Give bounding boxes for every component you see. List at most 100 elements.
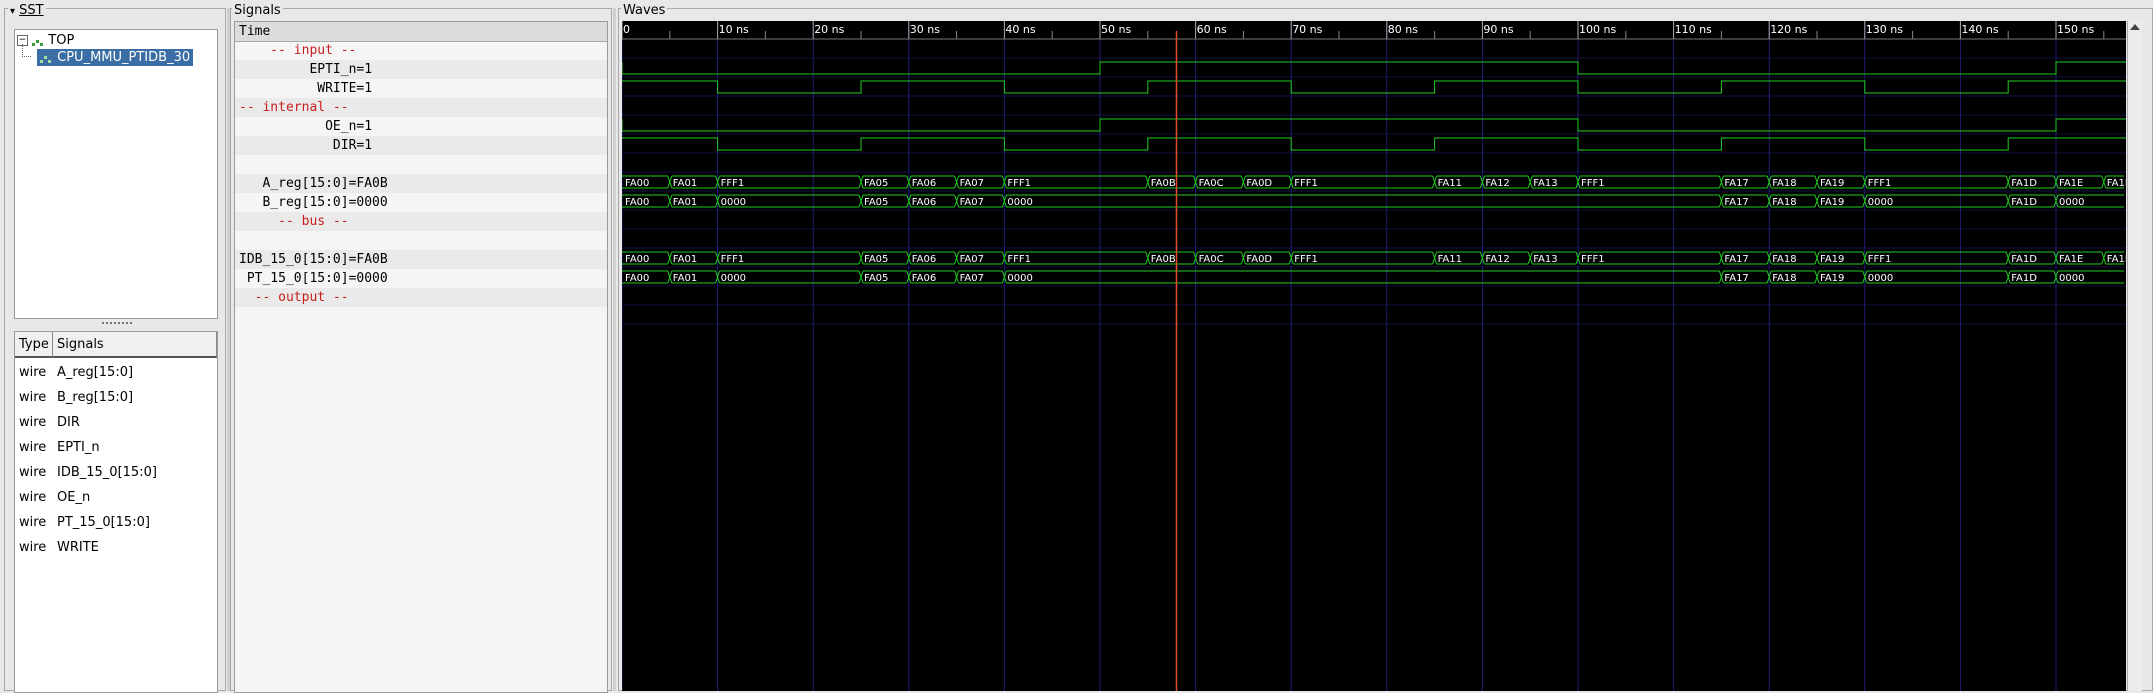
signal-names-pane[interactable]: Time -- input -- EPTI_n=1 WRITE=1 -- inte… — [234, 21, 608, 693]
signal-group-comment[interactable]: -- bus -- — [235, 212, 607, 231]
bus-value-label: FA1E — [2059, 178, 2083, 189]
tree-node-cpu-mmu[interactable]: CPU_MMU_PTIDB_30 — [37, 49, 194, 66]
bus-transition — [1718, 194, 1724, 208]
bus-transition — [2101, 251, 2107, 265]
bus-transition — [667, 175, 673, 189]
sst-title[interactable]: ▾ SST — [8, 3, 46, 20]
bus-transition — [1814, 270, 1820, 284]
bus-value-label: FFF1 — [1294, 254, 1318, 265]
bus-value-label: FA1D — [2011, 273, 2037, 284]
signal-group-comment[interactable]: -- input -- — [235, 41, 607, 60]
signal-list-row[interactable]: wire PT_15_0[15:0] — [15, 510, 217, 535]
bus-value-label: FFF1 — [1868, 254, 1892, 265]
vertical-scrollbar[interactable] — [2127, 21, 2142, 691]
waveform-trace — [622, 80, 2126, 94]
signal-name-row[interactable]: WRITE=1 — [235, 79, 607, 98]
bus-transition — [667, 194, 673, 208]
signal-list-row[interactable]: wire EPTI_n — [15, 435, 217, 460]
time-tick-label: 0 — [623, 23, 630, 36]
signal-group-comment[interactable]: -- internal -- — [235, 98, 607, 117]
signal-name-text: -- output -- — [239, 290, 349, 305]
bus-value-label: FA01 — [673, 254, 697, 265]
bus-value-label: FA00 — [625, 254, 649, 265]
bus-value-label: FA07 — [960, 197, 984, 208]
signal-type: wire — [19, 440, 47, 455]
signal-list-row[interactable]: wire A_reg[15:0] — [15, 360, 217, 385]
bus-transition — [1432, 175, 1438, 189]
bus-value-label: FA05 — [864, 273, 888, 284]
waveform-view[interactable]: 0 10 ns 20 ns 30 ns 40 ns 50 ns 60 ns 70 ns 80 n… — [622, 21, 2126, 691]
bus-transition — [2005, 270, 2011, 284]
signal-list-row[interactable]: wire WRITE — [15, 535, 217, 560]
bus-segment — [1006, 270, 1720, 284]
bus-value-label: FA13 — [1533, 178, 1557, 189]
bus-transition — [954, 251, 960, 265]
signal-name: WRITE — [57, 540, 99, 555]
bus-value-label: FFF1 — [1868, 178, 1892, 189]
signal-type-list[interactable]: Type Signals wire A_reg[15:0] wire B_reg[15… — [14, 331, 218, 693]
collapse-arrow-icon[interactable]: ▾ — [10, 6, 15, 17]
time-tick-label: 150 ns — [2057, 23, 2094, 36]
signal-name-row[interactable]: DIR=1 — [235, 136, 607, 155]
signal-list-row[interactable]: wire B_reg[15:0] — [15, 385, 217, 410]
signal-type: wire — [19, 465, 47, 480]
frame-divider[interactable] — [613, 8, 616, 691]
time-tick-label: 50 ns — [1101, 23, 1131, 36]
signal-name-row[interactable]: A_reg[15:0]=FA0B — [235, 174, 607, 193]
bus-value-label: FA01 — [673, 197, 697, 208]
signal-group-comment[interactable]: -- output -- — [235, 288, 607, 307]
signal-name-text: PT_15_0[15:0]=0000 — [239, 271, 388, 286]
column-header-type[interactable]: Type — [15, 332, 53, 358]
bus-transition — [2005, 251, 2011, 265]
bus-transition — [1814, 194, 1820, 208]
signal-name-row[interactable]: IDB_15_0[15:0]=FA0B — [235, 250, 607, 269]
bus-value-label: FA18 — [1772, 273, 1796, 284]
blank-row — [235, 155, 607, 174]
signal-list-row[interactable]: wire IDB_15_0[15:0] — [15, 460, 217, 485]
bus-value-label: FA1F — [2107, 254, 2126, 265]
signal-name: OE_n — [57, 490, 91, 505]
bus-value-label: FA1D — [2011, 197, 2037, 208]
bus-value-label: FA11 — [1438, 178, 1462, 189]
time-header[interactable]: Time — [235, 22, 607, 42]
waveform-canvas[interactable]: 0 10 ns 20 ns 30 ns 40 ns 50 ns 60 ns 70 ns 80 n… — [622, 21, 2126, 691]
signal-list-row[interactable]: wire OE_n — [15, 485, 217, 510]
bus-transition — [1527, 175, 1533, 189]
column-header-signals[interactable]: Signals — [53, 332, 217, 358]
signals-title: Signals — [232, 3, 283, 19]
signal-name: DIR — [57, 415, 80, 430]
bus-value-label: FA05 — [864, 254, 888, 265]
bus-value-label: 0000 — [1007, 273, 1032, 284]
time-tick-label: 110 ns — [1675, 23, 1712, 36]
bus-value-label: FA1E — [2059, 254, 2083, 265]
bus-transition — [1718, 270, 1724, 284]
signal-name-row[interactable]: OE_n=1 — [235, 117, 607, 136]
pane-splitter-handle[interactable] — [102, 322, 132, 328]
bus-transition — [1718, 251, 1724, 265]
bus-value-label: 0000 — [2059, 197, 2084, 208]
signal-name-text: DIR=1 — [239, 138, 373, 153]
signal-name: EPTI_n — [57, 440, 100, 455]
scroll-up-icon[interactable] — [2130, 24, 2140, 30]
bus-transition — [954, 175, 960, 189]
signal-name-row[interactable]: PT_15_0[15:0]=0000 — [235, 269, 607, 288]
bus-transition — [1240, 175, 1246, 189]
bus-value-label: FFF1 — [721, 254, 745, 265]
time-tick-label: 130 ns — [1866, 23, 1903, 36]
hierarchy-tree[interactable]: − TOP CPU_MMU_PTIDB_30 — [14, 29, 218, 319]
signal-name: IDB_15_0[15:0] — [57, 465, 157, 480]
time-tick-label: 100 ns — [1579, 23, 1616, 36]
bus-value-label: FA0D — [1246, 178, 1272, 189]
signal-name-row[interactable]: B_reg[15:0]=0000 — [235, 193, 607, 212]
bus-transition — [1814, 175, 1820, 189]
bus-transition — [1718, 175, 1724, 189]
bus-value-label: FA05 — [864, 178, 888, 189]
bus-transition — [858, 194, 864, 208]
signal-name-row[interactable]: EPTI_n=1 — [235, 60, 607, 79]
time-tick-label: 30 ns — [910, 23, 940, 36]
bus-value-label: FA05 — [864, 197, 888, 208]
signal-list-row[interactable]: wire DIR — [15, 410, 217, 435]
signal-name-text: A_reg[15:0]=FA0B — [239, 176, 388, 191]
bus-value-label: 0000 — [2059, 273, 2084, 284]
bus-transition — [1527, 251, 1533, 265]
